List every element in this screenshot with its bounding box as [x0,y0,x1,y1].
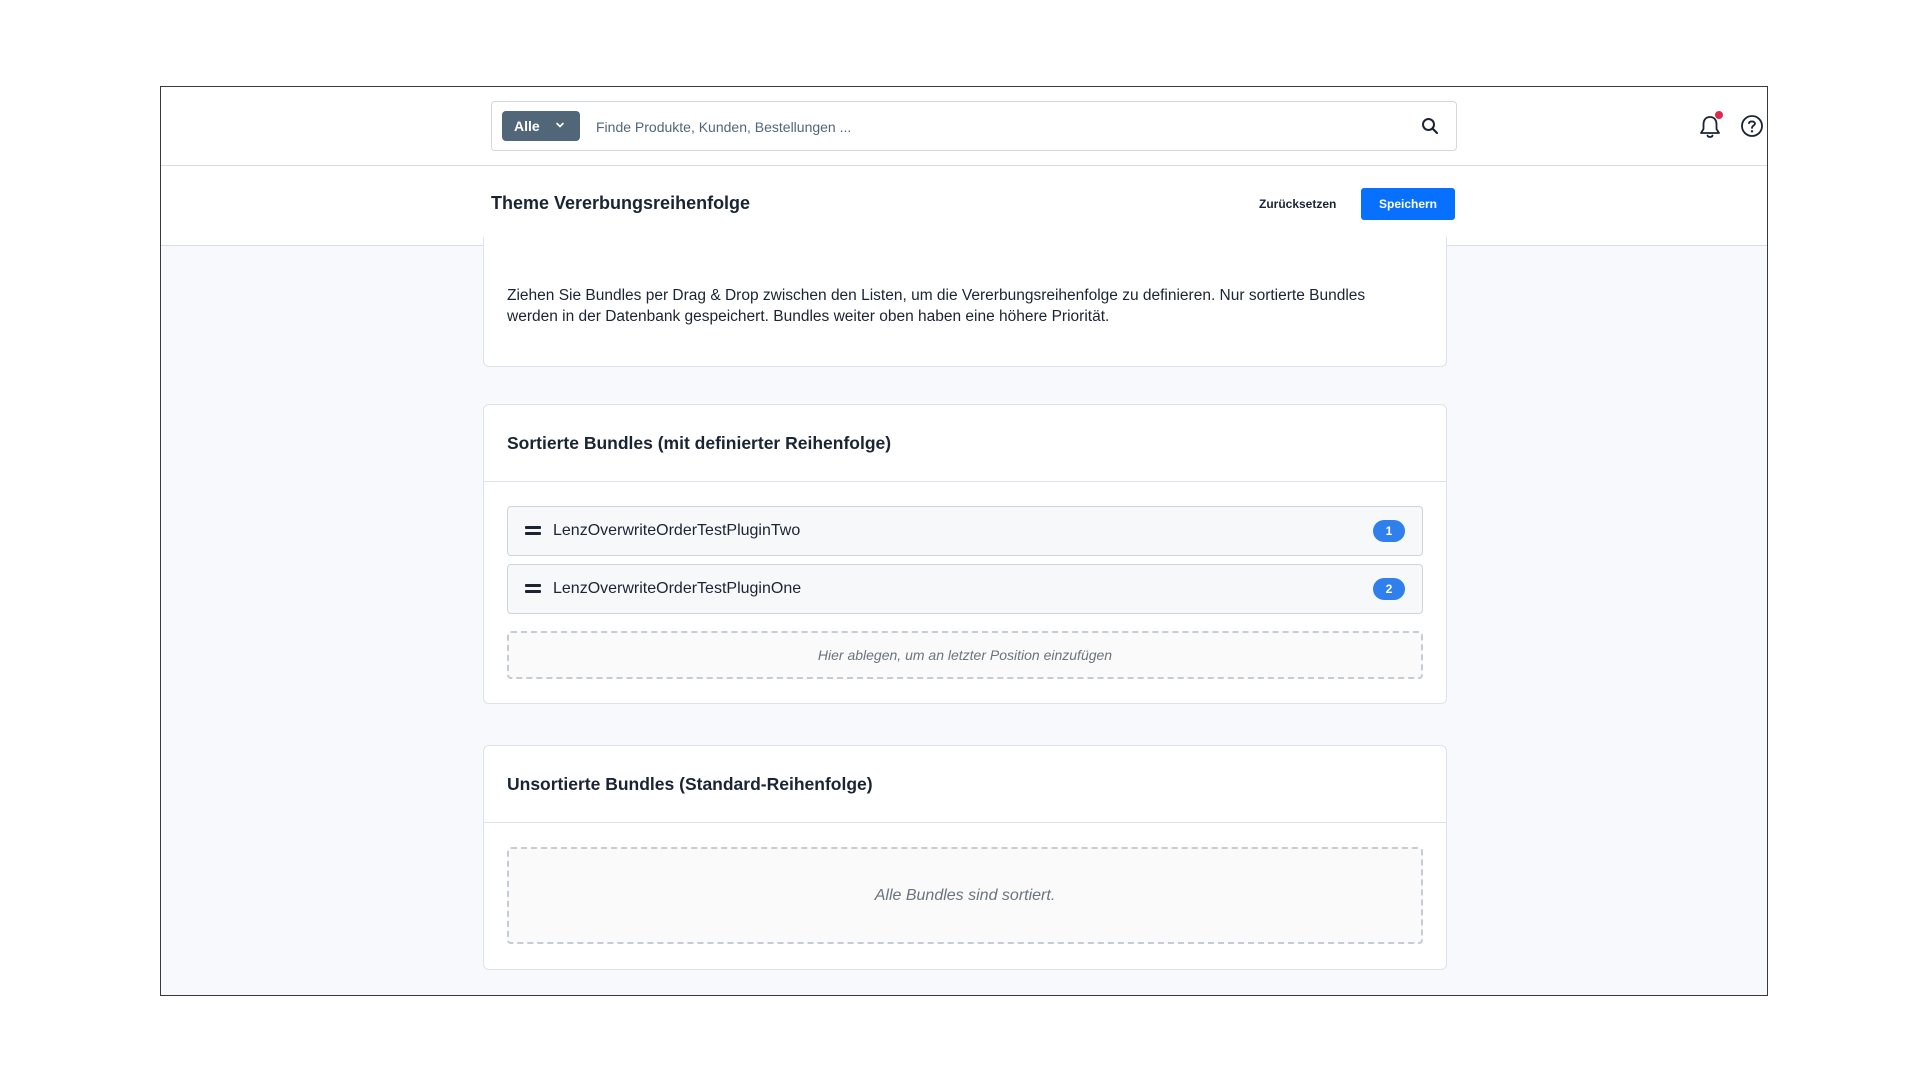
app-window: Alle Theme Vererbungsreihenfolge Zurücks… [160,86,1768,996]
save-button[interactable]: Speichern [1361,188,1455,220]
drag-handle-icon[interactable] [525,526,541,536]
sorted-bundles-title: Sortierte Bundles (mit definierter Reihe… [484,405,1446,482]
chevron-down-icon [556,122,564,128]
search-input[interactable] [594,110,1398,144]
order-badge: 2 [1373,578,1405,600]
unsorted-bundles-card: Unsortierte Bundles (Standard-Reihenfolg… [483,745,1447,970]
order-badge: 1 [1373,520,1405,542]
sorted-drop-zone[interactable]: Hier ablegen, um an letzter Position ein… [507,631,1423,679]
page-title: Theme Vererbungsreihenfolge [491,193,751,213]
bundle-item[interactable]: LenzOverwriteOrderTestPluginTwo 1 [507,506,1423,556]
unsorted-drop-zone[interactable]: Alle Bundles sind sortiert. [507,847,1423,944]
global-search: Alle [491,101,1457,151]
drag-handle-icon[interactable] [525,584,541,594]
reset-button[interactable]: Zurücksetzen [1249,188,1346,220]
bundle-item[interactable]: LenzOverwriteOrderTestPluginOne 2 [507,564,1423,614]
help-icon[interactable] [1739,113,1765,139]
search-icon[interactable] [1420,116,1440,136]
search-type-dropdown[interactable]: Alle [502,111,580,141]
sorted-bundles-card: Sortierte Bundles (mit definierter Reihe… [483,404,1447,704]
top-bar: Alle [161,87,1767,166]
page-header: Theme Vererbungsreihenfolge Zurücksetzen… [161,166,1767,246]
search-type-label: Alle [514,118,540,134]
bundle-name: LenzOverwriteOrderTestPluginOne [553,580,802,597]
intro-card: Ziehen Sie Bundles per Drag & Drop zwisc… [483,237,1447,367]
unsorted-bundles-title: Unsortierte Bundles (Standard-Reihenfolg… [484,746,1446,823]
intro-description: Ziehen Sie Bundles per Drag & Drop zwisc… [507,287,1366,325]
notification-dot [1715,111,1723,119]
bundle-name: LenzOverwriteOrderTestPluginTwo [553,522,801,539]
